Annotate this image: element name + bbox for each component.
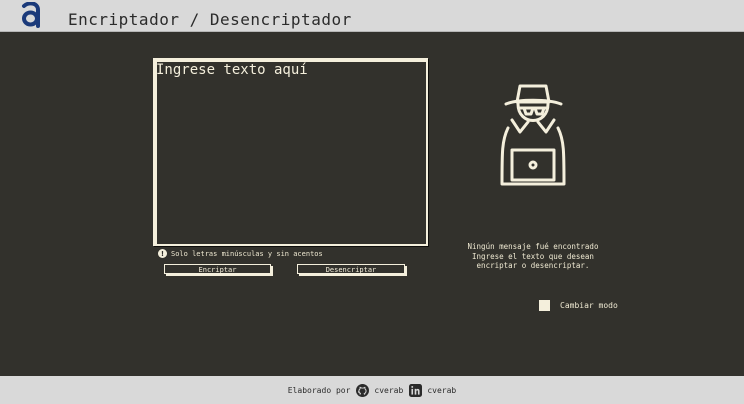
input-hint: ! Solo letras minúsculas y sin acentos <box>158 249 323 258</box>
decrypt-button[interactable]: Desencriptar <box>297 264 405 274</box>
info-icon: ! <box>158 249 167 258</box>
page-title: Encriptador / Desencriptador <box>68 10 352 29</box>
output-message: Ningún mensaje fué encontrado Ingrese el… <box>440 242 626 271</box>
mode-checkbox[interactable] <box>539 300 550 311</box>
output-title: Ningún mensaje fué encontrado <box>467 242 599 251</box>
hint-text: Solo letras minúsculas y sin acentos <box>171 249 323 258</box>
mode-toggle[interactable]: Cambiar modo <box>539 300 618 311</box>
github-user[interactable]: cverab <box>374 386 403 395</box>
mode-label: Cambiar modo <box>560 301 618 310</box>
footer-credit: Elaborado por <box>287 385 351 395</box>
linkedin-icon[interactable] <box>409 383 423 397</box>
logo-icon[interactable] <box>20 2 42 28</box>
output-line: Ingrese el texto que desean <box>472 251 594 261</box>
text-input[interactable] <box>153 58 428 246</box>
spy-illustration-icon <box>500 84 566 186</box>
github-icon[interactable] <box>356 383 370 397</box>
header-bar: Encriptador / Desencriptador <box>0 0 744 32</box>
footer: Elaborado por cverab cverab <box>0 376 744 404</box>
linkedin-user[interactable]: cverab <box>427 386 456 395</box>
output-line: encriptar o desencriptar. <box>476 261 590 270</box>
encrypt-button[interactable]: Encriptar <box>164 264 271 274</box>
